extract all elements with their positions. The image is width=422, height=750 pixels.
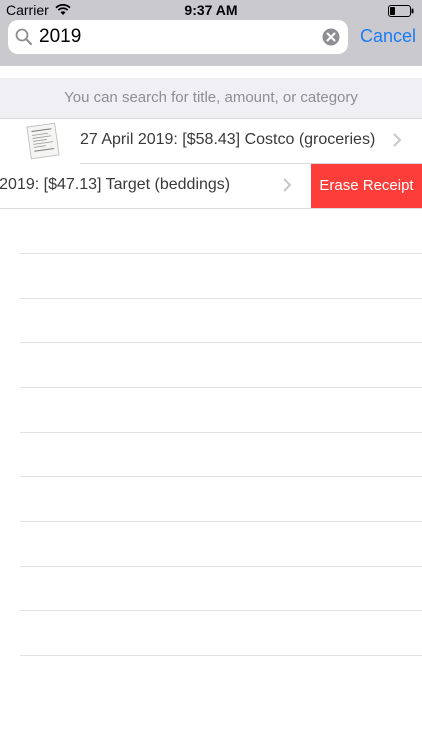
clear-icon[interactable] bbox=[322, 28, 340, 51]
divider bbox=[0, 208, 422, 209]
empty-row-divider bbox=[20, 342, 422, 343]
status-bar: Carrier 9:37 AM bbox=[0, 0, 422, 20]
empty-row-divider bbox=[20, 387, 422, 388]
chevron-right-icon bbox=[282, 177, 292, 198]
empty-row-divider bbox=[20, 476, 422, 477]
empty-row-divider bbox=[20, 298, 422, 299]
list-item[interactable]: June 2019: [$47.13] Target (beddings) Er… bbox=[0, 164, 422, 208]
erase-receipt-button[interactable]: Erase Receipt bbox=[311, 164, 422, 208]
receipt-title: 27 April 2019: [$58.43] Costco (grocerie… bbox=[80, 131, 376, 148]
empty-row-divider bbox=[20, 566, 422, 567]
search-bar: 2019 Cancel bbox=[0, 20, 422, 66]
search-query[interactable]: 2019 bbox=[39, 26, 81, 48]
chevron-right-icon bbox=[392, 132, 402, 153]
battery-icon bbox=[388, 4, 414, 20]
empty-row-divider bbox=[20, 432, 422, 433]
list-item[interactable]: 27 April 2019: [$58.43] Costco (grocerie… bbox=[0, 119, 422, 163]
receipt-thumbnail bbox=[25, 122, 61, 165]
receipt-title: June 2019: [$47.13] Target (beddings) bbox=[0, 176, 231, 193]
search-hint: You can search for title, amount, or cat… bbox=[0, 78, 422, 118]
status-time: 9:37 AM bbox=[184, 2, 238, 18]
search-input[interactable]: 2019 bbox=[8, 20, 348, 54]
cancel-button[interactable]: Cancel bbox=[360, 26, 416, 47]
empty-row-divider bbox=[20, 610, 422, 611]
search-icon bbox=[15, 28, 33, 51]
empty-row-divider bbox=[20, 253, 422, 254]
empty-row-divider bbox=[20, 655, 422, 656]
empty-row-divider bbox=[20, 521, 422, 522]
